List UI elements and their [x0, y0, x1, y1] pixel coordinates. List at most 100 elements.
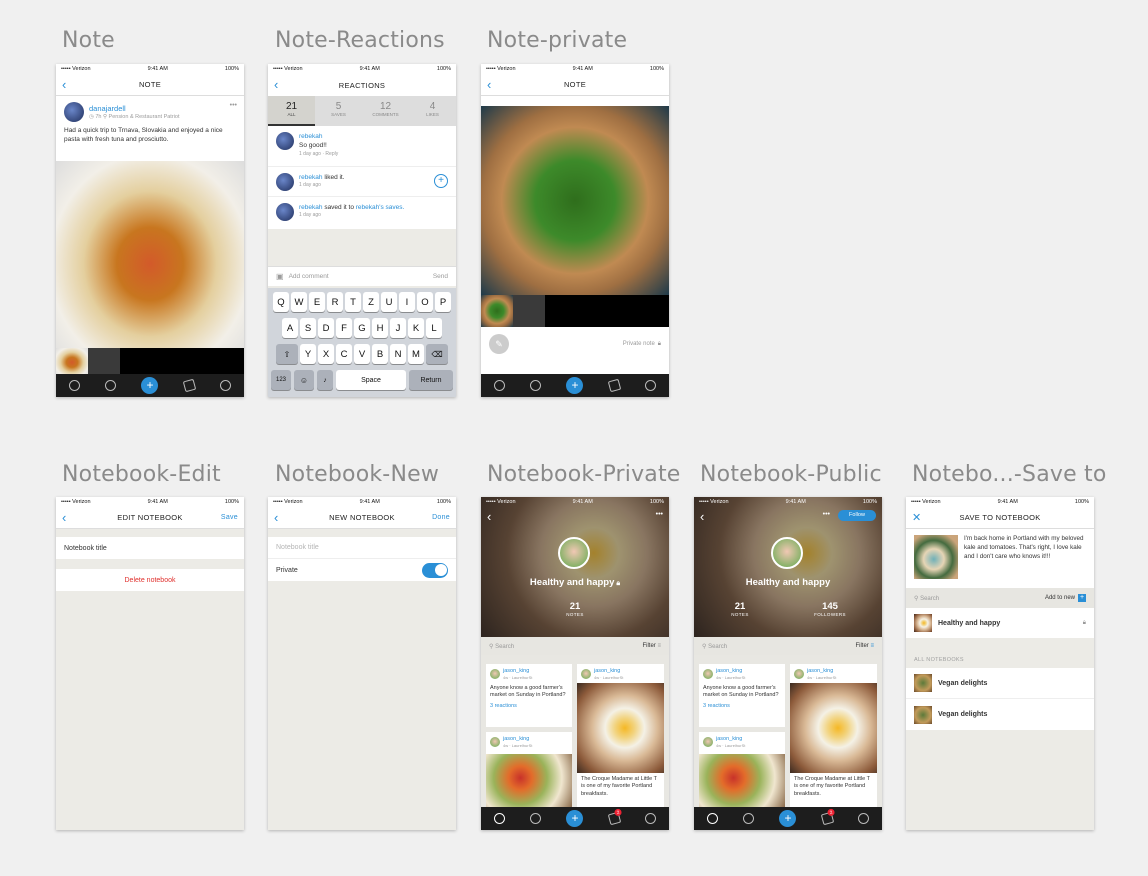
profile-icon[interactable] — [493, 813, 505, 824]
keyboard-key[interactable]: M — [408, 344, 424, 364]
keyboard-key[interactable]: R — [327, 292, 343, 312]
more-icon[interactable]: ••• — [823, 511, 830, 518]
keyboard-key[interactable]: E — [309, 292, 325, 312]
feed-card[interactable]: jason_king 4w · LaurelhurSt The Croque Ma… — [790, 664, 877, 807]
reaction-user[interactable]: rebekah — [299, 132, 338, 141]
notifications-icon[interactable]: 2 — [607, 808, 623, 826]
reaction-user[interactable]: rebekah — [299, 174, 323, 181]
search-icon[interactable] — [105, 380, 117, 391]
save-button[interactable]: Save — [221, 514, 238, 521]
back-icon[interactable]: ‹ — [487, 509, 491, 524]
profile-icon[interactable] — [493, 380, 505, 391]
camera-icon[interactable]: ▣ — [276, 272, 284, 281]
keyboard-key[interactable]: G — [354, 318, 370, 338]
back-icon[interactable]: ‹ — [487, 77, 492, 92]
keyboard-key[interactable]: D — [318, 318, 334, 338]
add-note-button[interactable]: + — [566, 377, 584, 394]
note-photo[interactable] — [56, 161, 244, 348]
comment-input[interactable]: Add comment — [289, 273, 433, 280]
shift-key[interactable]: ⇧ — [276, 344, 298, 364]
avatar[interactable] — [490, 669, 500, 680]
tab-likes[interactable]: 4 LIKES — [409, 96, 456, 126]
feed-card[interactable]: jason_king 4w · LaurelhurSt — [699, 732, 785, 807]
search-input[interactable]: Search — [708, 644, 727, 650]
keyboard-key[interactable]: H — [372, 318, 388, 338]
notifications-icon[interactable] — [607, 378, 622, 393]
notes-stat[interactable]: 21 NOTES — [481, 601, 669, 617]
keyboard-key[interactable]: J — [390, 318, 406, 338]
notebook-row-current[interactable]: Healthy and happy 🔒︎ — [906, 608, 1094, 638]
microphone-icon[interactable]: ♪ — [317, 370, 333, 390]
back-icon[interactable]: ‹ — [274, 510, 279, 525]
add-notebook-icon[interactable]: + — [1078, 594, 1086, 602]
notebook-title-input[interactable]: Notebook title — [56, 537, 244, 559]
keyboard-key[interactable]: Y — [300, 344, 316, 364]
more-icon[interactable]: ••• — [656, 511, 663, 518]
notebook-title-input[interactable]: Notebook title — [268, 537, 456, 559]
avatar[interactable] — [703, 669, 713, 680]
search-icon[interactable] — [530, 813, 542, 824]
card-photo[interactable] — [699, 754, 785, 807]
add-note-button[interactable]: + — [566, 810, 584, 827]
list-item[interactable]: rebekah liked it. 1 day ago + — [268, 167, 456, 197]
done-button[interactable]: Done — [432, 514, 450, 521]
follow-add-icon[interactable]: + — [434, 174, 448, 188]
reactions-link[interactable]: 3 reactions — [486, 702, 572, 711]
avatar[interactable] — [794, 669, 804, 680]
explore-icon[interactable] — [645, 813, 657, 824]
notebook-link[interactable]: rebekah's saves. — [356, 204, 405, 211]
backspace-key[interactable]: ⌫ — [426, 344, 448, 364]
keyboard-key[interactable]: Z — [363, 292, 379, 312]
feed-card[interactable]: jason_king 4w · LaurelhurSt Anyone know a… — [486, 664, 572, 727]
avatar[interactable] — [703, 737, 713, 748]
tab-comments[interactable]: 12 COMMENTS — [362, 96, 409, 126]
avatar[interactable] — [276, 132, 294, 150]
profile-icon[interactable] — [68, 380, 80, 391]
profile-icon[interactable] — [706, 813, 718, 824]
keyboard-key[interactable]: N — [390, 344, 406, 364]
card-photo[interactable] — [790, 682, 877, 773]
notebook-row[interactable]: Vegan delights — [906, 668, 1094, 699]
card-photo[interactable] — [486, 754, 572, 807]
keyboard-key[interactable]: S — [300, 318, 316, 338]
filter-button[interactable]: Filter — [642, 643, 655, 649]
list-item[interactable]: rebekah So good!! 1 day ago · Reply — [268, 126, 456, 167]
edit-pencil-icon[interactable]: ✎ — [489, 334, 509, 354]
search-input[interactable]: Search — [495, 644, 514, 650]
keyboard-key[interactable]: A — [282, 318, 298, 338]
emoji-icon[interactable]: ☺ — [294, 370, 314, 390]
back-icon[interactable]: ‹ — [274, 77, 279, 92]
explore-icon[interactable] — [220, 380, 232, 391]
author-name[interactable]: danajardell — [89, 104, 179, 113]
back-icon[interactable]: ‹ — [62, 77, 67, 92]
private-toggle[interactable] — [422, 562, 448, 578]
keyboard-key[interactable]: Q — [273, 292, 289, 312]
space-key[interactable]: Space — [336, 370, 406, 390]
numbers-key[interactable]: 123 — [271, 370, 291, 390]
keyboard-key[interactable]: W — [291, 292, 307, 312]
add-to-new-button[interactable]: Add to new — [1045, 595, 1075, 601]
add-note-button[interactable]: + — [141, 377, 159, 394]
reply-link[interactable]: Reply — [325, 151, 338, 157]
card-user[interactable]: jason_king — [716, 668, 745, 675]
keyboard-key[interactable]: V — [354, 344, 370, 364]
back-icon[interactable]: ‹ — [62, 510, 67, 525]
send-button[interactable]: Send — [433, 273, 448, 280]
filter-button[interactable]: Filter — [855, 643, 868, 649]
more-icon[interactable]: ••• — [230, 102, 237, 109]
photo-thumb[interactable] — [481, 295, 513, 327]
followers-stat[interactable]: 145 FOLLOWERS — [810, 601, 850, 617]
tab-all[interactable]: 21 ALL — [268, 96, 315, 126]
card-photo[interactable] — [577, 682, 664, 773]
close-icon[interactable]: ✕ — [912, 511, 922, 524]
notes-stat[interactable]: 21 NOTES — [720, 601, 760, 617]
notebook-row[interactable]: Vegan delights — [906, 699, 1094, 730]
keyboard-key[interactable]: U — [381, 292, 397, 312]
avatar[interactable] — [581, 669, 591, 680]
note-place[interactable]: Pension & Restaurant Patriot — [109, 114, 180, 120]
notebook-avatar[interactable] — [771, 537, 803, 569]
keyboard-key[interactable]: K — [408, 318, 424, 338]
avatar[interactable] — [490, 737, 500, 748]
card-user[interactable]: jason_king — [807, 668, 836, 675]
search-input[interactable]: Search — [920, 596, 939, 602]
